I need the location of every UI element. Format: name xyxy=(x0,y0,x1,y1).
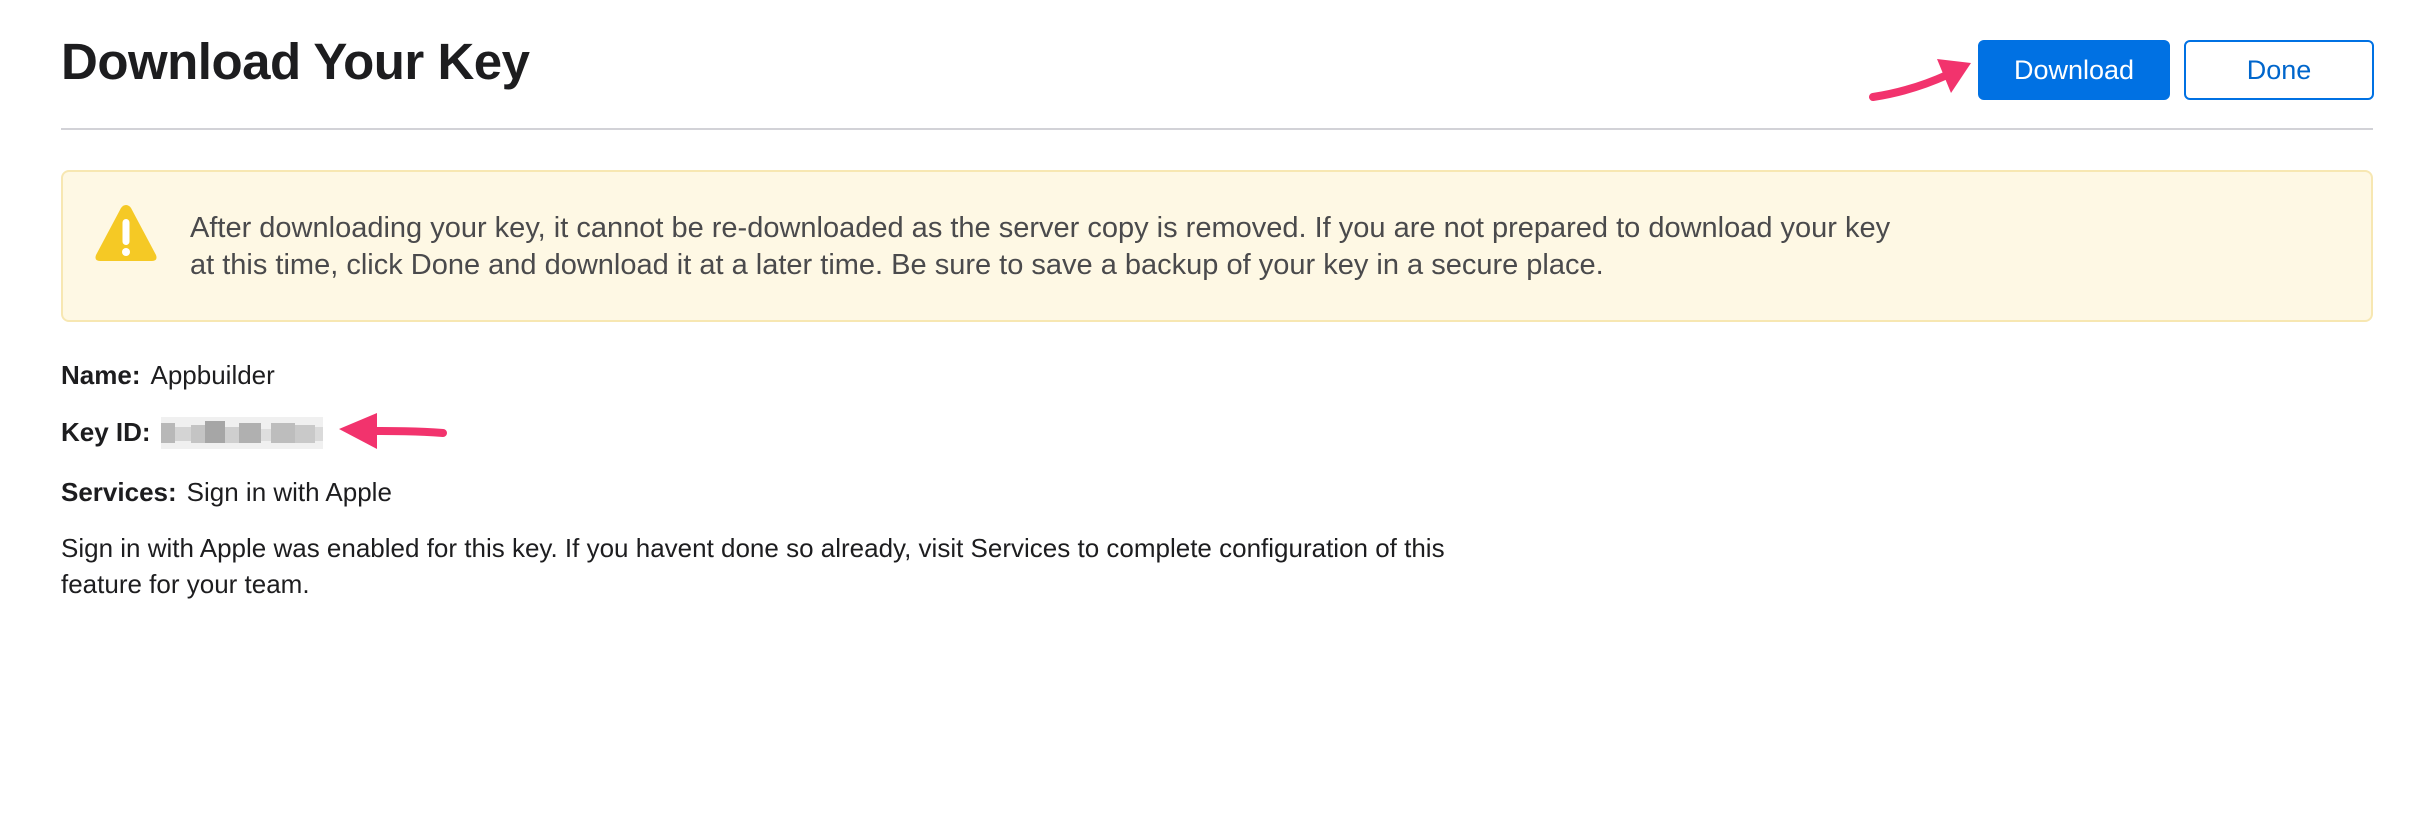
download-key-page: Download Your Key Download Done After do… xyxy=(61,0,2374,838)
key-id-row: Key ID: xyxy=(61,412,151,452)
done-button[interactable]: Done xyxy=(2184,40,2374,100)
key-id-label: Key ID: xyxy=(61,417,151,447)
warning-banner: After downloading your key, it cannot be… xyxy=(61,170,2373,322)
configuration-note: Sign in with Apple was enabled for this … xyxy=(61,533,1445,599)
download-button[interactable]: Download xyxy=(1978,40,2170,100)
key-id-value-redacted xyxy=(161,417,323,449)
annotation-arrow-icon xyxy=(1869,59,1971,101)
warning-triangle-icon xyxy=(95,205,157,261)
annotation-arrow-icon xyxy=(339,413,447,449)
services-row: Services: Sign in with Apple xyxy=(61,472,392,512)
page-title: Download Your Key xyxy=(61,33,530,90)
page-header: Download Your Key Download Done xyxy=(61,0,2374,130)
name-label: Name: xyxy=(61,360,141,390)
services-label: Services: xyxy=(61,477,177,507)
name-row: Name: Appbuilder xyxy=(61,355,275,395)
warning-text: After downloading your key, it cannot be… xyxy=(190,212,1891,281)
services-value: Sign in with Apple xyxy=(186,477,392,507)
name-value: Appbuilder xyxy=(150,360,275,390)
